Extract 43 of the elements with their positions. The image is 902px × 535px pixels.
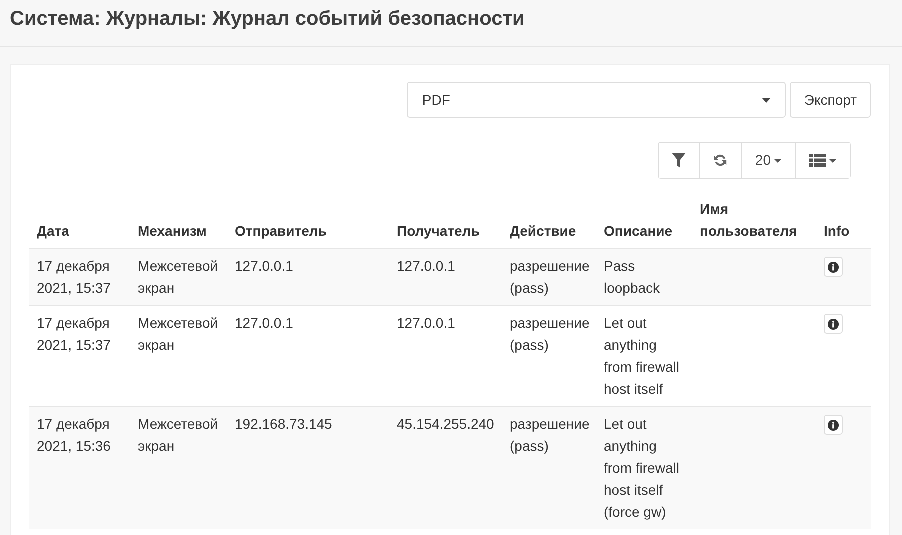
column-header[interactable]: Получатель [397,220,480,242]
table-cell-text: 127.0.0.1 [235,314,294,333]
page-title: Система: Журналы: Журнал событий безопасности [10,7,526,31]
column-header[interactable]: Info [824,220,850,242]
table-cell-text: 17 декабря 2021, 15:37 [37,257,112,298]
info-button[interactable] [824,415,843,435]
info-icon [828,420,839,430]
caret-icon [762,98,772,102]
columns-button[interactable] [795,143,850,178]
format-value: PDF [422,90,450,110]
column-header[interactable]: Дата [37,220,70,242]
column-header[interactable]: Описание [604,220,673,242]
table-cell-text: разрешение (pass) [510,257,590,298]
column-header[interactable]: Действие [510,220,576,242]
table-cell-text: 17 декабря 2021, 15:36 [37,415,112,456]
table-cell-text: разрешение (pass) [510,415,590,456]
table-cell-text: 127.0.0.1 [397,257,456,276]
table-cell-text: Межсетевой экран [138,415,219,456]
table-cell-text: разрешение (pass) [510,314,590,355]
table-cell-text: 17 декабря 2021, 15:37 [37,314,112,355]
column-header[interactable]: Имя пользователя [700,198,795,242]
caret-icon [774,158,782,162]
table-cell-text: 127.0.0.1 [397,314,456,333]
info-icon [828,318,839,330]
table-cell-text: 127.0.0.1 [235,257,294,276]
table-cell-text: Let out anything from firewall host itself (force gw) [604,415,680,522]
info-icon [828,262,839,272]
column-header[interactable]: Механизм [138,220,207,242]
filter-icon [672,153,686,168]
info-button[interactable] [824,314,843,334]
list-icon [809,154,826,167]
table-cell-text: Межсетевой экран [138,257,219,298]
table-cell-text: Pass loopback [604,257,662,298]
caret-icon [829,158,837,162]
refresh-icon [713,153,728,168]
column-header[interactable]: Отправитель [235,220,327,242]
format-select[interactable]: PDF [407,82,786,118]
table-cell-text: Let out anything from firewall host itself [604,314,680,399]
table-cell-text: Межсетевой экран [138,314,219,355]
info-button[interactable] [824,257,843,277]
table-cell-text: 192.168.73.145 [235,415,332,434]
table-cell-text: 45.154.255.240 [397,415,494,434]
export-button[interactable]: Экспорт [790,82,871,118]
